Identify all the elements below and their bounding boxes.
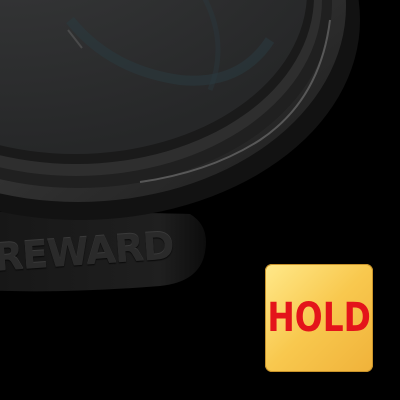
hold-button[interactable]: HOLD	[265, 264, 373, 372]
hold-button-label: HOLD	[267, 295, 371, 341]
game-screen: REWARD HOLD	[0, 0, 400, 400]
